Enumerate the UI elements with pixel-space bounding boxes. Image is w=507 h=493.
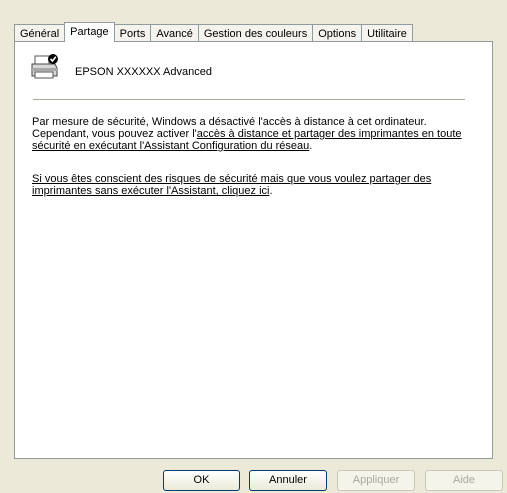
cancel-button[interactable]: Annuler (249, 470, 327, 491)
sharing-panel: EPSON XXXXXX Advanced Par mesure de sécu… (14, 41, 493, 459)
ok-button[interactable]: OK (163, 470, 240, 491)
security-notice-end: . (309, 140, 313, 152)
network-setup-wizard-link[interactable]: Assistant Configuration du réseau (144, 140, 309, 152)
shared-printer-icon (29, 52, 61, 84)
printer-name: EPSON XXXXXX Advanced (75, 66, 212, 78)
tab-ports[interactable]: Ports (113, 24, 152, 42)
apply-button[interactable]: Appliquer (337, 470, 415, 491)
separator (33, 99, 465, 101)
help-button[interactable]: Aide (425, 470, 503, 491)
security-notice: Par mesure de sécurité, Windows a désact… (32, 116, 472, 152)
printer-header: EPSON XXXXXX Advanced (29, 52, 212, 84)
share-without-wizard-notice: Si vous êtes conscient des risques de sé… (32, 173, 472, 197)
tab-color-management[interactable]: Gestion des couleurs (197, 24, 314, 42)
share-without-wizard-end: . (269, 185, 273, 197)
tab-sharing[interactable]: Partage (64, 22, 115, 42)
share-without-wizard-link[interactable]: Si vous êtes conscient des risques de sé… (32, 173, 431, 197)
tab-utility[interactable]: Utilitaire (361, 24, 413, 42)
tab-strip: Général Partage Ports Avancé Gestion des… (14, 22, 413, 42)
printer-properties-dialog: Général Partage Ports Avancé Gestion des… (0, 0, 507, 493)
tab-options[interactable]: Options (312, 24, 363, 42)
tab-advanced[interactable]: Avancé (150, 24, 199, 42)
tab-general[interactable]: Général (14, 24, 66, 42)
